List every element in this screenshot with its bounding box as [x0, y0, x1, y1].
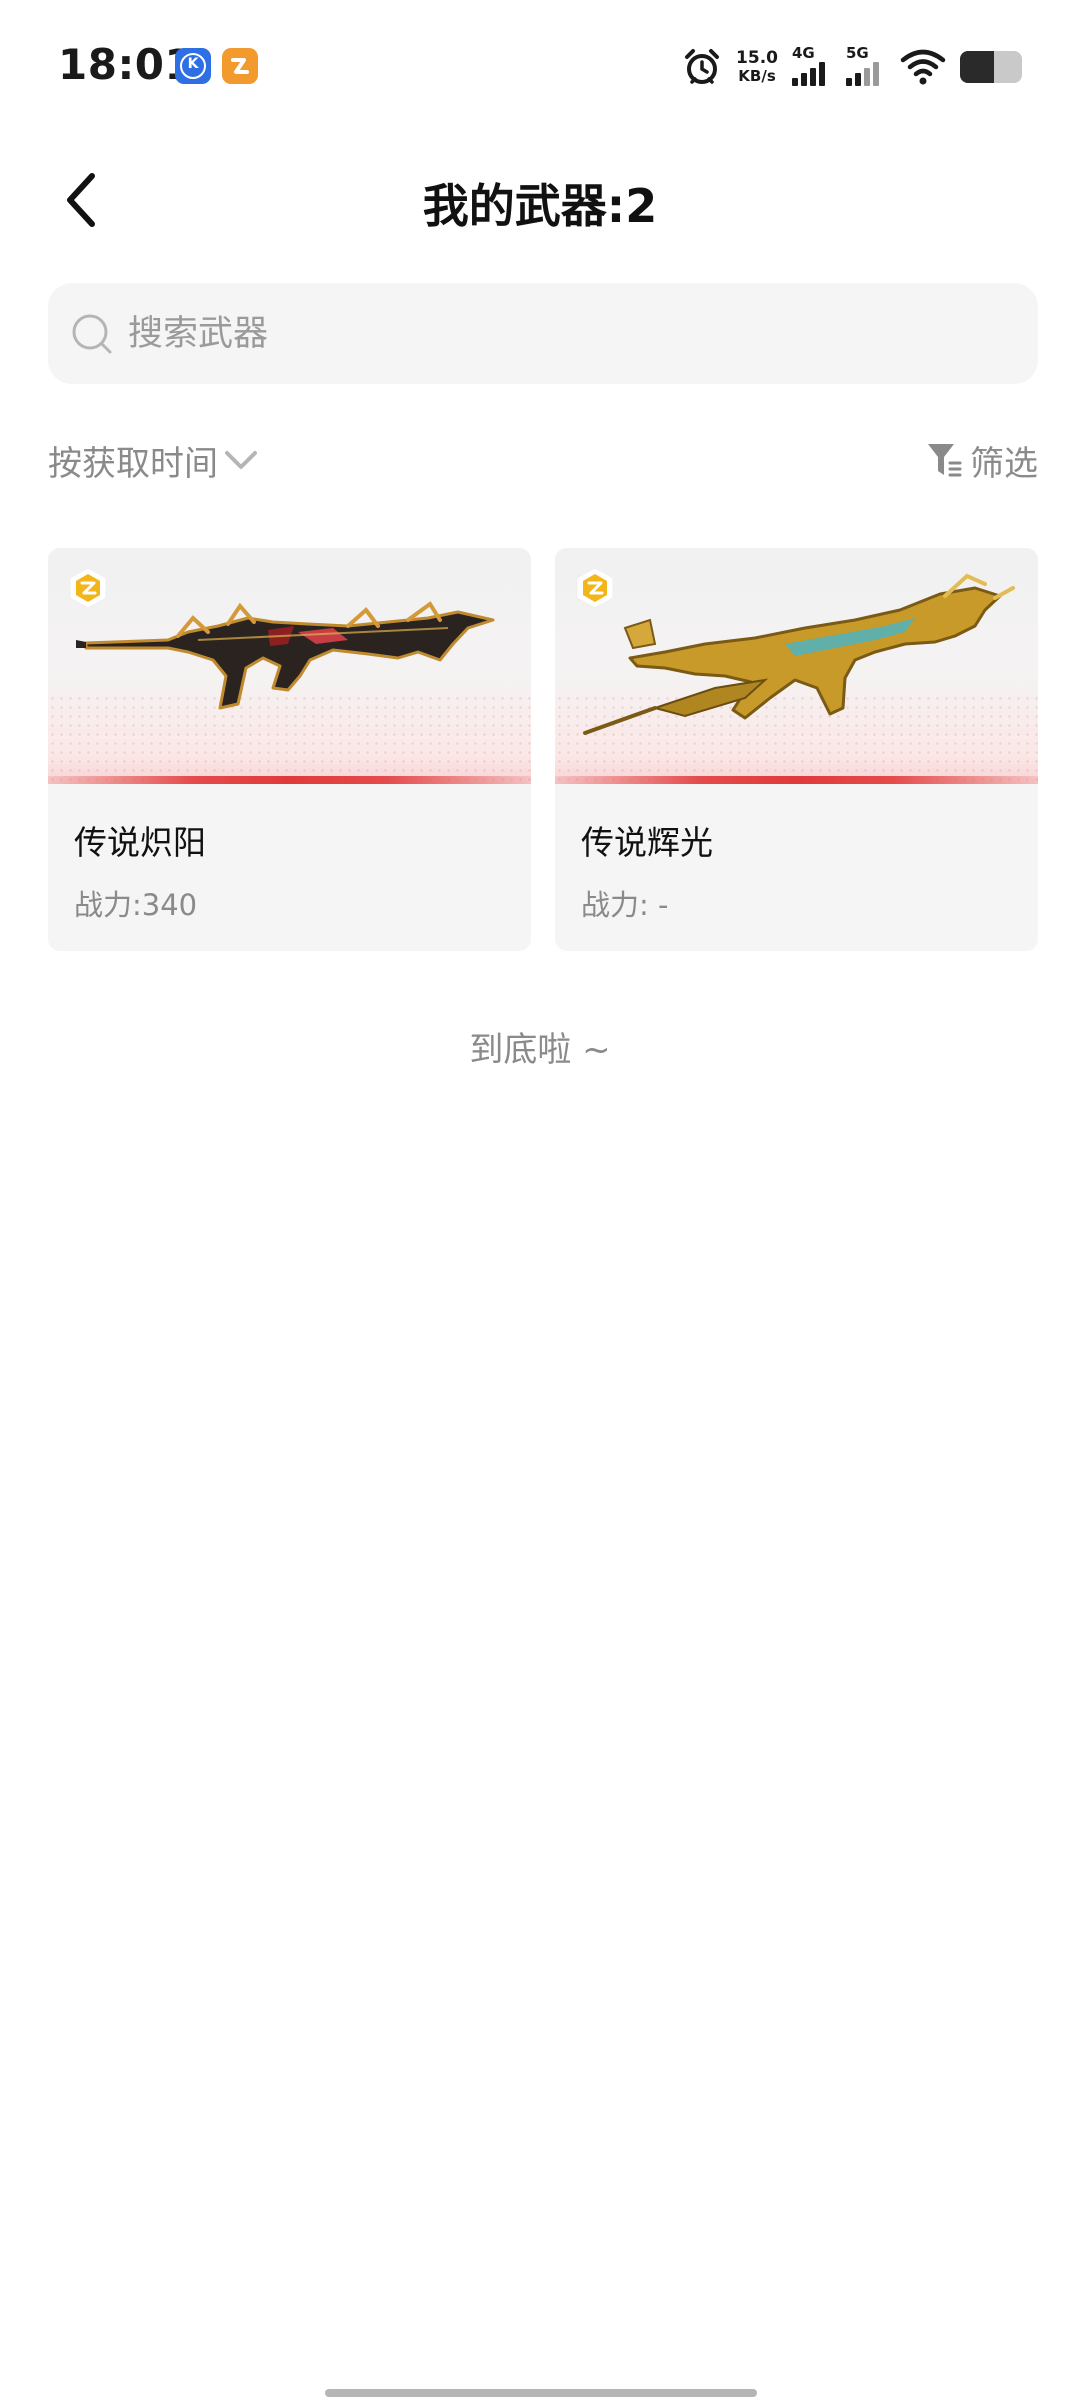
wifi-icon	[900, 49, 946, 85]
sort-dropdown[interactable]: 按获取时间	[48, 430, 258, 490]
network-speed-value: 15.0	[736, 48, 778, 68]
search-input[interactable]	[126, 312, 1038, 355]
weapon-list-page: 18:01 15.0 KB/s 4G 5G	[0, 0, 1080, 2400]
weapon-name: 传说炽阳	[74, 823, 206, 862]
status-indicators: 15.0 KB/s 4G 5G	[682, 44, 1022, 90]
header: 我的武器:2	[0, 150, 1080, 250]
filter-button[interactable]: 筛选	[926, 430, 1038, 490]
weapon-name: 传说辉光	[581, 823, 713, 862]
page-title: 我的武器:2	[422, 179, 658, 233]
home-indicator[interactable]	[325, 2389, 757, 2397]
weapon-card[interactable]: 传说炽阳 战力:340	[48, 548, 531, 951]
signal-icon-5g: 5G	[846, 44, 886, 90]
sort-label: 按获取时间	[48, 443, 218, 484]
rarity-line	[48, 776, 531, 784]
signal-5g-label: 5G	[846, 44, 869, 62]
sort-filter-row: 按获取时间 筛选	[48, 430, 1038, 490]
filter-label: 筛选	[970, 443, 1038, 484]
weapon-rifle-image	[583, 573, 1015, 735]
end-of-list-text: 到底啦 ~	[469, 1030, 611, 1070]
search-bar[interactable]	[48, 283, 1038, 384]
app-k-icon	[175, 48, 211, 84]
chevron-down-icon	[225, 451, 257, 469]
network-speed-unit: KB/s	[738, 67, 776, 85]
weapon-power: 战力:340	[74, 888, 198, 922]
battery-fill	[960, 51, 995, 83]
signal-icon-4g: 4G	[792, 44, 832, 90]
weapon-image-area	[555, 548, 1038, 784]
app-orange-icon	[222, 48, 258, 84]
status-time: 18:01	[58, 40, 195, 89]
rarity-badge-icon	[69, 567, 107, 609]
weapon-rifle-image	[76, 601, 495, 710]
rarity-badge-icon	[576, 567, 614, 609]
alarm-icon	[685, 49, 720, 84]
search-icon	[72, 314, 112, 353]
status-bar: 18:01 15.0 KB/s 4G 5G	[0, 0, 1080, 130]
weapon-card[interactable]: 传说辉光 战力: -	[555, 548, 1038, 951]
filter-icon	[928, 444, 962, 477]
weapon-image-area	[48, 548, 531, 784]
network-speed: 15.0 KB/s	[736, 49, 778, 85]
weapon-power: 战力: -	[581, 888, 669, 922]
signal-4g-label: 4G	[792, 44, 815, 62]
rarity-line	[555, 776, 1038, 784]
battery-icon	[960, 51, 1022, 83]
